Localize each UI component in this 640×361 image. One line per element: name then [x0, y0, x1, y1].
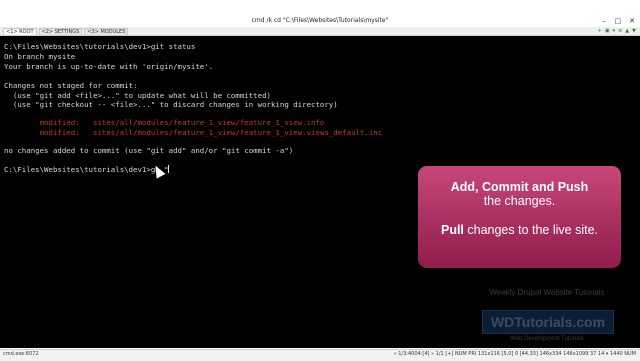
tab-root[interactable]: <1> ROOT	[3, 28, 37, 36]
scroll-up-icon[interactable]: ▲	[625, 28, 629, 34]
status-bar: cmd.exe:6072 « 1/3:4004:[4] » 1/1 [+] NU…	[0, 349, 640, 361]
terminal-line: (use "git checkout -- <file>..." to disc…	[4, 100, 338, 109]
status-info: « 1/3:4004:[4] » 1/1 [+] NUM PRI 131x116…	[393, 351, 636, 357]
window-title: cmd /k cd "C:\Files\Websites\Tutorials\m…	[251, 17, 389, 24]
command-prompt-line[interactable]: C:\Files\Websites\tutorials\dev1>ga "	[4, 165, 169, 175]
watermark-logo: WDTutorials.com	[482, 310, 614, 334]
console-list-icon[interactable]: ▣	[605, 28, 610, 34]
callout-line-1-rest: the changes.	[483, 194, 556, 208]
minimize-button[interactable]: –	[600, 17, 608, 25]
console-tabbar: <1> ROOT <2> SETTINGS <3> MODULES + ▣ ▾ …	[0, 27, 640, 36]
watermark-tagline: Weekly Drupal Website Tutorials	[489, 288, 605, 297]
tab-settings[interactable]: <2> SETTINGS	[38, 28, 83, 36]
new-console-icon[interactable]: +	[598, 28, 602, 34]
callout-line-2: Pull changes to the live site.	[418, 223, 621, 237]
console-tabs: <1> ROOT <2> SETTINGS <3> MODULES	[3, 28, 129, 36]
callout-line-2-bold: Pull	[440, 223, 464, 237]
maximize-button[interactable]: □	[614, 17, 622, 25]
watermark-subtitle: Web Development Tutorials	[510, 336, 584, 342]
callout-line-1: Add, Commit and Push the changes.	[418, 180, 621, 208]
terminal-line: On branch mysite	[4, 52, 76, 61]
menu-icon[interactable]: ≡	[618, 28, 622, 34]
close-button[interactable]: ✕	[628, 17, 636, 25]
status-process: cmd.exe:6072	[3, 351, 39, 357]
window-controls: – □ ✕	[600, 17, 636, 25]
modified-file-line: modified: sites/all/modules/feature_1_vi…	[4, 128, 383, 137]
terminal-line: Your branch is up-to-date with 'origin/m…	[4, 62, 214, 71]
modified-file-line: modified: sites/all/modules/feature_1_vi…	[4, 118, 325, 127]
tab-toolbar: + ▣ ▾ ≡ ▲ ▼	[598, 28, 636, 34]
tutorial-callout: Add, Commit and Push the changes. Pull c…	[418, 166, 621, 268]
terminal-line: C:\Files\Websites\tutorials\dev1>git sta…	[4, 42, 196, 51]
terminal-line: no changes added to commit (use "git add…	[4, 146, 294, 155]
dropdown-icon[interactable]: ▾	[613, 28, 616, 34]
scroll-down-icon[interactable]: ▼	[632, 28, 636, 34]
callout-line-1-bold: Add, Commit and Push	[450, 180, 589, 194]
tab-modules[interactable]: <3> MODULES	[84, 28, 129, 36]
text-cursor	[168, 165, 169, 173]
callout-line-2-rest: changes to the live site.	[463, 223, 599, 237]
terminal-line: Changes not staged for commit:	[4, 81, 138, 90]
wdtutorials-watermark: Weekly Drupal Website Tutorials WDTutori…	[462, 276, 632, 346]
